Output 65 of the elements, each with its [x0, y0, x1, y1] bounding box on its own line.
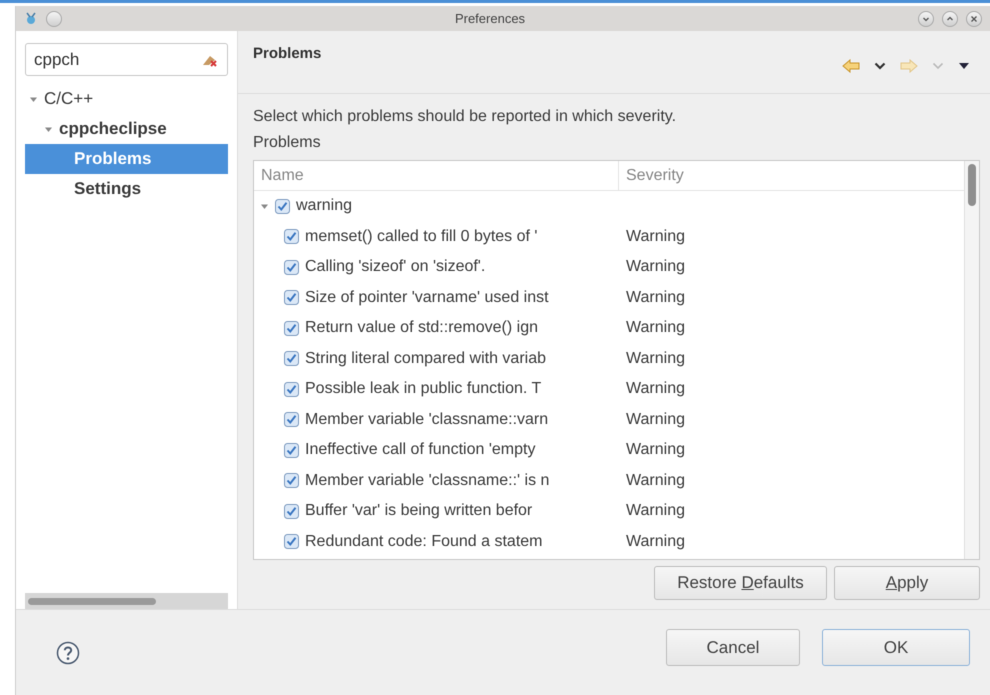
- severity-text: Warning: [625, 258, 685, 276]
- problem-name: Buffer 'var' is being written befor: [305, 502, 532, 520]
- filter-field[interactable]: cppch: [25, 43, 228, 76]
- severity-text: Warning: [625, 441, 685, 460]
- checkbox[interactable]: [284, 229, 299, 244]
- page-title: Problems: [253, 45, 322, 62]
- problem-name: Member variable 'classname::' is n: [305, 472, 550, 490]
- page-button[interactable]: Restore Defaults: [654, 566, 827, 600]
- problem-name: memset() called to fill 0 bytes of ': [305, 228, 538, 246]
- sidebar-item[interactable]: cppcheclipse: [25, 114, 228, 144]
- description-text: Select which problems should be reported in which severity.: [253, 108, 678, 126]
- chevron-down-icon: [922, 14, 930, 22]
- problem-name: Return value of std::remove() ign: [305, 319, 538, 338]
- checkbox[interactable]: [275, 198, 290, 214]
- page-button[interactable]: Apply: [834, 566, 980, 600]
- problem-name: Size of pointer 'varname' used inst: [305, 288, 549, 307]
- vertical-scrollbar[interactable]: [964, 161, 979, 559]
- checkbox[interactable]: [284, 290, 299, 306]
- checkbox[interactable]: [284, 442, 299, 458]
- checkbox[interactable]: [284, 382, 299, 397]
- horizontal-scrollbar[interactable]: [25, 593, 228, 609]
- severity-text: Warning: [625, 319, 685, 338]
- problem-name: warning: [296, 197, 352, 216]
- checkbox[interactable]: [284, 412, 299, 428]
- group-label: Problems: [253, 134, 322, 152]
- problem-name: Redundant code: Found a statem: [305, 532, 542, 551]
- minimize-button[interactable]: [918, 10, 934, 26]
- dialog-button[interactable]: OK: [822, 629, 970, 666]
- severity-text: Warning: [625, 380, 685, 398]
- checkbox[interactable]: [284, 320, 299, 336]
- help-icon[interactable]: [56, 640, 80, 664]
- problem-name: Ineffective call of function 'empty: [305, 441, 536, 460]
- window-title: Preferences: [454, 11, 526, 26]
- checkbox[interactable]: [284, 351, 299, 366]
- problem-name: Possible leak in public function. T: [305, 380, 542, 398]
- severity-text: Warning: [625, 350, 685, 368]
- back-arrow-icon[interactable]: [842, 59, 860, 73]
- sidebar-item[interactable]: C/C++: [25, 84, 228, 114]
- column-header[interactable]: Severity: [619, 161, 684, 190]
- expander-icon[interactable]: [44, 124, 53, 134]
- severity-text: Warning: [625, 472, 685, 490]
- app-icon: [24, 12, 38, 26]
- severity-text: Warning: [625, 228, 685, 246]
- checkbox[interactable]: [284, 534, 299, 550]
- dialog-button[interactable]: Cancel: [666, 629, 800, 666]
- checkbox[interactable]: [284, 260, 299, 275]
- expander-icon[interactable]: [29, 94, 38, 104]
- checkbox[interactable]: [284, 473, 299, 488]
- chevron-down-icon[interactable]: [874, 62, 886, 70]
- expander-icon[interactable]: [260, 202, 269, 211]
- problem-name: Calling 'sizeof' on 'sizeof'.: [305, 258, 486, 276]
- severity-text: Warning: [625, 288, 685, 307]
- severity-text: Warning: [625, 502, 685, 520]
- menu-triangle-icon[interactable]: [958, 62, 970, 70]
- problem-name: Member variable 'classname::varn: [305, 410, 548, 429]
- chevron-up-icon: [946, 14, 954, 22]
- severity-text: Warning: [625, 532, 685, 551]
- column-header[interactable]: Name: [254, 161, 619, 190]
- sidebar-item[interactable]: Settings: [25, 174, 228, 204]
- close-icon: [970, 14, 978, 22]
- checkbox[interactable]: [284, 504, 299, 519]
- close-button[interactable]: [966, 10, 982, 26]
- severity-text: Warning: [625, 410, 685, 429]
- maximize-button[interactable]: [942, 10, 958, 26]
- problem-name: String literal compared with variab: [305, 350, 546, 368]
